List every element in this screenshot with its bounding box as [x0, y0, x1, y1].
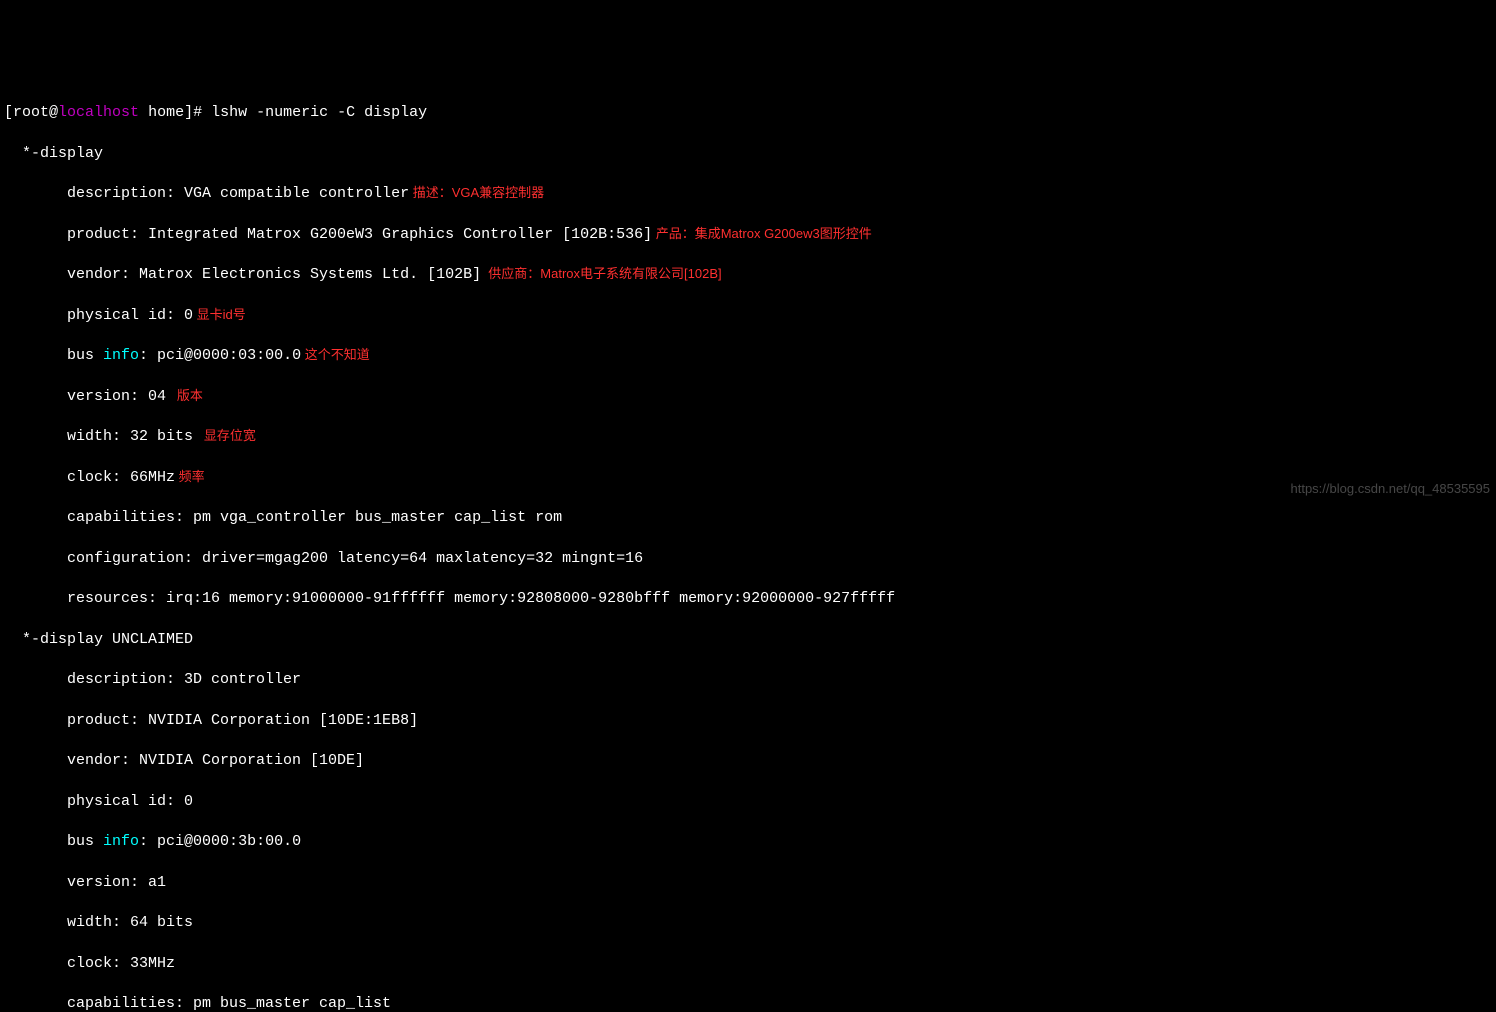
display2-clock: clock: 33MHz [4, 954, 1492, 974]
display1-version: version: 04 版本 [4, 387, 1492, 407]
display2-businfo: bus info: pci@0000:3b:00.0 [4, 832, 1492, 852]
display1-configuration: configuration: driver=mgag200 latency=64… [4, 549, 1492, 569]
command-text: lshw -numeric -C display [211, 104, 427, 121]
product-text: product: Integrated Matrox G200eW3 Graph… [4, 226, 652, 243]
physid-annotation: 显卡id号 [193, 307, 246, 322]
vendor-text: vendor: Matrox Electronics Systems Ltd. … [4, 266, 481, 283]
display2-width: width: 64 bits [4, 913, 1492, 933]
version-annotation: 版本 [166, 388, 203, 403]
width-text: width: 32 bits [4, 428, 193, 445]
businfo-post: : pci@0000:03:00.0 [139, 347, 301, 364]
prompt-at: @ [49, 104, 58, 121]
watermark-text: https://blog.csdn.net/qq_48535595 [1291, 480, 1491, 498]
display1-header: *-display [4, 144, 1492, 164]
desc-annotation: 描述：VGA兼容控制器 [409, 185, 544, 200]
prompt-line: [root@localhost home]# lshw -numeric -C … [4, 103, 1492, 123]
display1-physid: physical id: 0 显卡id号 [4, 306, 1492, 326]
display2-physid: physical id: 0 [4, 792, 1492, 812]
businfo2-key: info [103, 833, 139, 850]
display1-width: width: 32 bits 显存位宽 [4, 427, 1492, 447]
businfo2-pre: bus [4, 833, 103, 850]
display2-version: version: a1 [4, 873, 1492, 893]
display1-description: description: VGA compatible controller 描… [4, 184, 1492, 204]
display1-vendor: vendor: Matrox Electronics Systems Ltd. … [4, 265, 1492, 285]
display2-description: description: 3D controller [4, 670, 1492, 690]
product-annotation: 产品：集成Matrox G200ew3图形控件 [652, 226, 872, 241]
display1-product: product: Integrated Matrox G200eW3 Graph… [4, 225, 1492, 245]
desc-text: description: VGA compatible controller [4, 185, 409, 202]
terminal-output: [root@localhost home]# lshw -numeric -C … [4, 83, 1492, 1012]
prompt-close-bracket: ]# [184, 104, 211, 121]
businfo-pre: bus [4, 347, 103, 364]
clock-text: clock: 66MHz [4, 469, 175, 486]
prompt-open-bracket: [ [4, 104, 13, 121]
businfo-key: info [103, 347, 139, 364]
prompt-path: home [148, 104, 184, 121]
physid-text: physical id: 0 [4, 307, 193, 324]
display1-businfo: bus info: pci@0000:03:00.0 这个不知道 [4, 346, 1492, 366]
display1-capabilities: capabilities: pm vga_controller bus_mast… [4, 508, 1492, 528]
version-text: version: 04 [4, 388, 166, 405]
businfo2-post: : pci@0000:3b:00.0 [139, 833, 301, 850]
display1-resources: resources: irq:16 memory:91000000-91ffff… [4, 589, 1492, 609]
display2-vendor: vendor: NVIDIA Corporation [10DE] [4, 751, 1492, 771]
prompt-space [139, 104, 148, 121]
prompt-user: root [13, 104, 49, 121]
prompt-host: localhost [58, 104, 139, 121]
clock-annotation: 频率 [175, 469, 205, 484]
display2-capabilities: capabilities: pm bus_master cap_list [4, 994, 1492, 1012]
display2-header: *-display UNCLAIMED [4, 630, 1492, 650]
width-annotation: 显存位宽 [193, 428, 256, 443]
businfo-annotation: 这个不知道 [301, 347, 370, 362]
display2-product: product: NVIDIA Corporation [10DE:1EB8] [4, 711, 1492, 731]
display1-clock: clock: 66MHz 频率 [4, 468, 1492, 488]
vendor-annotation: 供应商：Matrox电子系统有限公司[102B] [481, 266, 722, 281]
